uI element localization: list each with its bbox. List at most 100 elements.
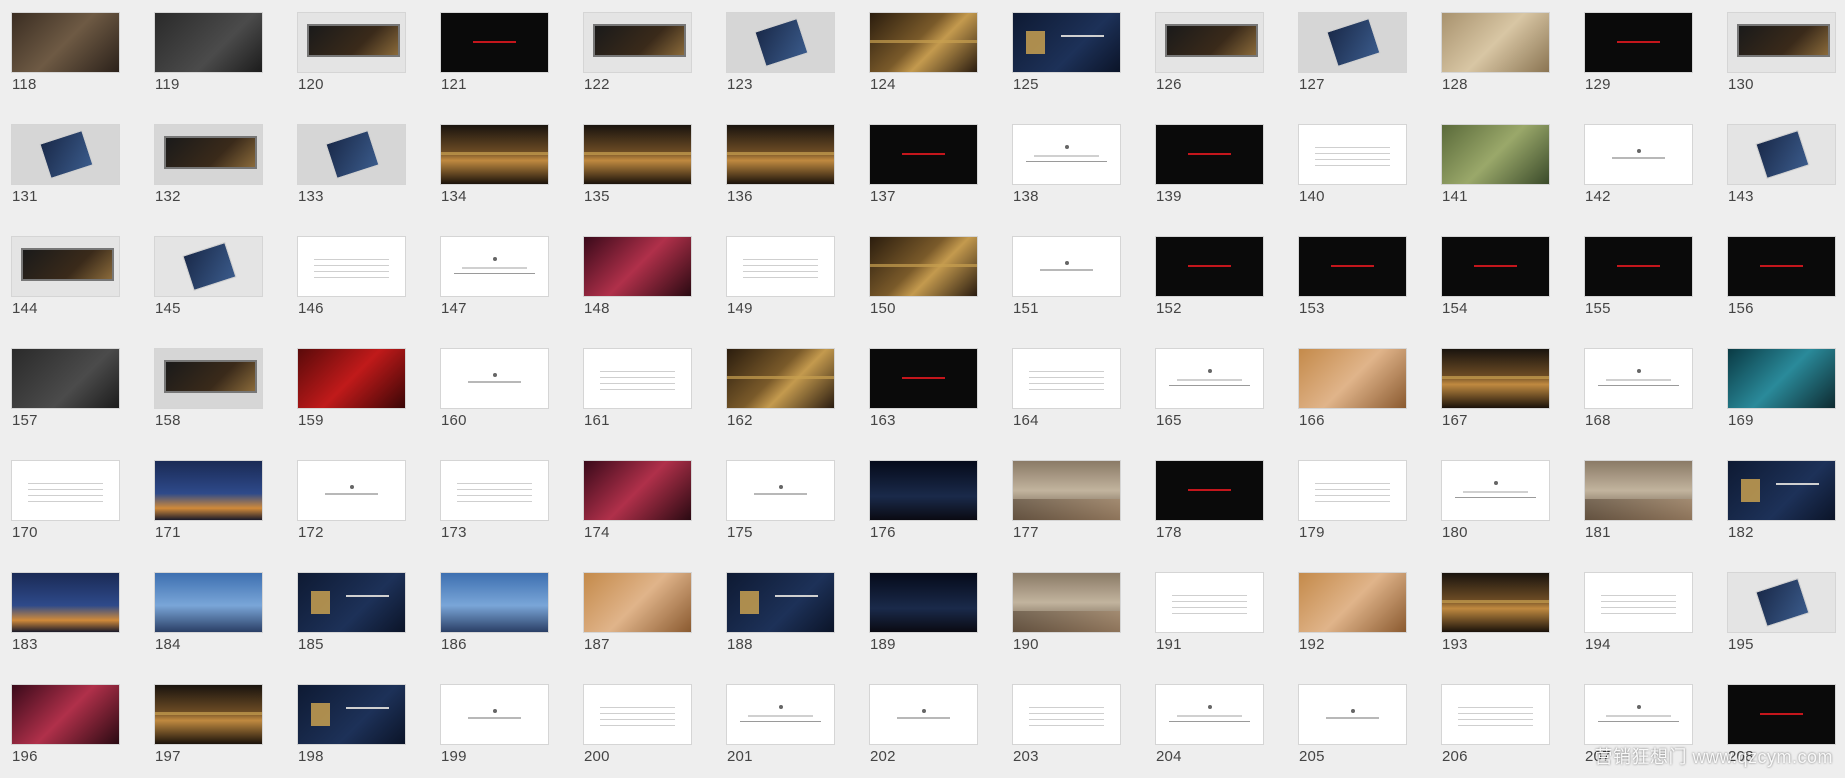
slide-preview-image[interactable]	[1299, 13, 1406, 72]
slide-preview-image[interactable]	[870, 685, 977, 744]
slide-thumbnail[interactable]: 147	[441, 237, 548, 349]
slide-thumbnail[interactable]: 203	[1013, 685, 1120, 778]
slide-preview-image[interactable]	[1442, 461, 1549, 520]
slide-preview-image[interactable]	[727, 125, 834, 184]
slide-preview-image[interactable]	[298, 125, 405, 184]
slide-preview-image[interactable]	[1156, 349, 1263, 408]
slide-preview-image[interactable]	[1585, 13, 1692, 72]
slide-thumbnail[interactable]: 160	[441, 349, 548, 461]
slide-thumbnail[interactable]: 151	[1013, 237, 1120, 349]
slide-thumbnail[interactable]: 139	[1156, 125, 1263, 237]
slide-thumbnail[interactable]: 173	[441, 461, 548, 573]
slide-preview-image[interactable]	[12, 573, 119, 632]
slide-thumbnail[interactable]: 141	[1442, 125, 1549, 237]
slide-thumbnail[interactable]: 168	[1585, 349, 1692, 461]
slide-preview-image[interactable]	[1156, 461, 1263, 520]
slide-thumbnail[interactable]: 121	[441, 13, 548, 125]
slide-preview-image[interactable]	[1728, 125, 1835, 184]
slide-thumbnail[interactable]: 122	[584, 13, 691, 125]
slide-thumbnail[interactable]: 200	[584, 685, 691, 778]
slide-preview-image[interactable]	[1156, 685, 1263, 744]
slide-preview-image[interactable]	[12, 125, 119, 184]
slide-preview-image[interactable]	[441, 349, 548, 408]
slide-preview-image[interactable]	[155, 349, 262, 408]
slide-thumbnail[interactable]: 183	[12, 573, 119, 685]
slide-thumbnail[interactable]: 128	[1442, 13, 1549, 125]
slide-preview-image[interactable]	[441, 13, 548, 72]
slide-preview-image[interactable]	[1299, 237, 1406, 296]
slide-thumbnail[interactable]: 167	[1442, 349, 1549, 461]
slide-thumbnail[interactable]: 171	[155, 461, 262, 573]
slide-preview-image[interactable]	[870, 461, 977, 520]
slide-thumbnail[interactable]: 191	[1156, 573, 1263, 685]
slide-preview-image[interactable]	[155, 237, 262, 296]
slide-thumbnail[interactable]: 192	[1299, 573, 1406, 685]
slide-thumbnail[interactable]: 140	[1299, 125, 1406, 237]
slide-thumbnail[interactable]: 179	[1299, 461, 1406, 573]
slide-preview-image[interactable]	[870, 125, 977, 184]
slide-thumbnail[interactable]: 163	[870, 349, 977, 461]
slide-thumbnail[interactable]: 126	[1156, 13, 1263, 125]
slide-preview-image[interactable]	[1728, 349, 1835, 408]
slide-preview-image[interactable]	[1013, 573, 1120, 632]
slide-preview-image[interactable]	[1442, 125, 1549, 184]
slide-thumbnail[interactable]: 135	[584, 125, 691, 237]
slide-preview-image[interactable]	[1013, 461, 1120, 520]
slide-preview-image[interactable]	[1442, 573, 1549, 632]
slide-preview-image[interactable]	[1299, 349, 1406, 408]
slide-preview-image[interactable]	[298, 13, 405, 72]
slide-thumbnail[interactable]: 165	[1156, 349, 1263, 461]
slide-preview-image[interactable]	[12, 237, 119, 296]
slide-thumbnail[interactable]: 199	[441, 685, 548, 778]
slide-thumbnail[interactable]: 155	[1585, 237, 1692, 349]
slide-preview-image[interactable]	[584, 685, 691, 744]
slide-preview-image[interactable]	[1156, 13, 1263, 72]
slide-thumbnail[interactable]: 143	[1728, 125, 1835, 237]
slide-thumbnail[interactable]: 189	[870, 573, 977, 685]
slide-preview-image[interactable]	[1728, 685, 1835, 744]
slide-thumbnail[interactable]: 148	[584, 237, 691, 349]
slide-preview-image[interactable]	[727, 349, 834, 408]
slide-preview-image[interactable]	[1299, 125, 1406, 184]
slide-preview-image[interactable]	[1585, 237, 1692, 296]
slide-preview-image[interactable]	[1013, 349, 1120, 408]
slide-preview-image[interactable]	[1728, 237, 1835, 296]
slide-preview-image[interactable]	[12, 685, 119, 744]
slide-preview-image[interactable]	[1585, 573, 1692, 632]
slide-preview-image[interactable]	[1013, 13, 1120, 72]
slide-preview-image[interactable]	[12, 349, 119, 408]
slide-preview-image[interactable]	[155, 461, 262, 520]
slide-thumbnail[interactable]: 205	[1299, 685, 1406, 778]
slide-preview-image[interactable]	[870, 13, 977, 72]
slide-preview-image[interactable]	[1585, 349, 1692, 408]
slide-thumbnail[interactable]: 162	[727, 349, 834, 461]
slide-thumbnail[interactable]: 178	[1156, 461, 1263, 573]
slide-thumbnail[interactable]: 166	[1299, 349, 1406, 461]
slide-thumbnail[interactable]: 152	[1156, 237, 1263, 349]
slide-thumbnail[interactable]: 123	[727, 13, 834, 125]
slide-preview-image[interactable]	[1442, 685, 1549, 744]
slide-preview-image[interactable]	[1585, 685, 1692, 744]
slide-thumbnail[interactable]: 206	[1442, 685, 1549, 778]
slide-thumbnail[interactable]: 149	[727, 237, 834, 349]
slide-thumbnail[interactable]: 144	[12, 237, 119, 349]
slide-thumbnail[interactable]: 181	[1585, 461, 1692, 573]
slide-preview-image[interactable]	[870, 237, 977, 296]
slide-preview-image[interactable]	[441, 237, 548, 296]
slide-thumbnail[interactable]: 193	[1442, 573, 1549, 685]
slide-thumbnail[interactable]: 119	[155, 13, 262, 125]
slide-thumbnail[interactable]: 182	[1728, 461, 1835, 573]
slide-preview-image[interactable]	[155, 685, 262, 744]
slide-preview-image[interactable]	[155, 573, 262, 632]
slide-thumbnail[interactable]: 125	[1013, 13, 1120, 125]
slide-thumbnail[interactable]: 137	[870, 125, 977, 237]
slide-thumbnail[interactable]: 158	[155, 349, 262, 461]
slide-preview-image[interactable]	[298, 237, 405, 296]
slide-preview-image[interactable]	[1299, 685, 1406, 744]
slide-preview-image[interactable]	[870, 573, 977, 632]
slide-preview-image[interactable]	[1585, 125, 1692, 184]
slide-thumbnail[interactable]: 164	[1013, 349, 1120, 461]
slide-preview-image[interactable]	[727, 461, 834, 520]
slide-preview-image[interactable]	[584, 349, 691, 408]
slide-thumbnail[interactable]: 127	[1299, 13, 1406, 125]
